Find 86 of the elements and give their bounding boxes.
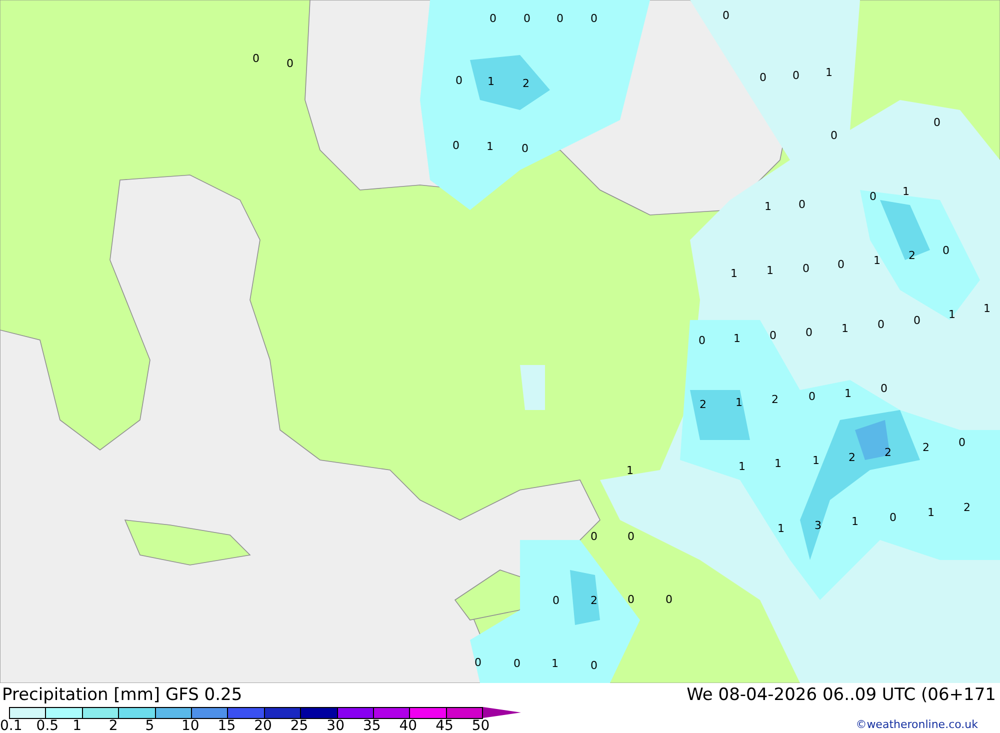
precipitation-value: 1 bbox=[626, 464, 634, 477]
precipitation-value: 0 bbox=[838, 258, 844, 271]
precipitation-value: 0 bbox=[722, 9, 730, 22]
precipitation-value: 0 bbox=[524, 12, 530, 25]
precipitation-value: 0 bbox=[698, 334, 706, 347]
scale-label: 50 bbox=[472, 718, 491, 733]
scale-label: 15 bbox=[218, 718, 237, 733]
precipitation-value: 2 bbox=[590, 594, 598, 607]
precipitation-value: 1 bbox=[826, 66, 832, 79]
precipitation-value: 1 bbox=[734, 332, 740, 345]
precipitation-value: 0 bbox=[456, 74, 462, 87]
precipitation-value: 0 bbox=[590, 530, 598, 543]
precipitation-value: 2 bbox=[884, 446, 892, 459]
scale-label: 10 bbox=[181, 718, 200, 733]
precipitation-value: 1 bbox=[902, 185, 910, 198]
forecast-datetime: We 08-04-2026 06..09 UTC (06+171 bbox=[686, 685, 996, 705]
precipitation-value: 0 bbox=[942, 244, 950, 257]
precipitation-value: 0 bbox=[590, 659, 598, 672]
precipitation-value: 0 bbox=[666, 593, 672, 606]
precipitation-value: 0 bbox=[934, 116, 940, 129]
precipitation-value: 1 bbox=[738, 460, 746, 473]
precipitation-value: 0 bbox=[770, 329, 776, 342]
precipitation-value: 0 bbox=[628, 530, 634, 543]
precipitation-value: 0 bbox=[628, 593, 634, 606]
scale-label: 0.1 bbox=[0, 718, 24, 733]
precipitation-value: 2 bbox=[522, 77, 530, 90]
precipitation-value: 1 bbox=[984, 302, 990, 315]
precipitation-value: 0 bbox=[590, 12, 598, 25]
precipitation-value: 1 bbox=[552, 657, 558, 670]
precipitation-value: 2 bbox=[700, 398, 706, 411]
precipitation-value: 2 bbox=[922, 441, 930, 454]
credit-text: ©weatheronline.co.uk bbox=[856, 718, 978, 731]
precipitation-value: 0 bbox=[514, 657, 520, 670]
precipitation-value: 1 bbox=[730, 267, 738, 280]
precipitation-value: 0 bbox=[798, 198, 806, 211]
precipitation-value: 1 bbox=[736, 396, 742, 409]
precipitation-value: 0 bbox=[890, 511, 896, 524]
precipitation-value: 0 bbox=[760, 71, 766, 84]
precipitation-value: 2 bbox=[848, 451, 856, 464]
precipitation-value: 1 bbox=[486, 140, 494, 153]
precipitation-value: 0 bbox=[914, 314, 920, 327]
scale-label: 20 bbox=[254, 718, 273, 733]
scale-label: 45 bbox=[436, 718, 454, 733]
precipitation-value: 1 bbox=[488, 75, 494, 88]
precipitation-value: 0 bbox=[792, 69, 800, 82]
precipitation-value: 0 bbox=[802, 262, 810, 275]
scale-label: 30 bbox=[326, 718, 346, 733]
precipitation-value: 0 bbox=[452, 139, 460, 152]
precipitation-value: 0 bbox=[878, 318, 884, 331]
scale-label: 0.5 bbox=[36, 718, 60, 733]
precipitation-value: 0 bbox=[880, 382, 888, 395]
precipitation-value: 3 bbox=[814, 519, 822, 532]
precipitation-value: 0 bbox=[870, 190, 876, 203]
precipitation-value: 1 bbox=[842, 322, 848, 335]
precipitation-value: 1 bbox=[764, 200, 772, 213]
precipitation-value: 0 bbox=[252, 52, 260, 65]
precipitation-value: 0 bbox=[552, 594, 560, 607]
precipitation-value: 0 bbox=[958, 436, 966, 449]
precipitation-value: 0 bbox=[522, 142, 528, 155]
scale-label: 1 bbox=[72, 718, 83, 733]
precipitation-value: 0 bbox=[286, 57, 294, 70]
precipitation-value: 0 bbox=[474, 656, 482, 669]
precipitation-value: 1 bbox=[774, 457, 782, 470]
precipitation-value: 2 bbox=[964, 501, 970, 514]
precipitation-value: 1 bbox=[778, 522, 784, 535]
scale-label: 40 bbox=[399, 718, 418, 733]
precipitation-value: 0 bbox=[808, 390, 816, 403]
map-title: Precipitation [mm] GFS 0.25 bbox=[2, 685, 242, 705]
precipitation-value: 1 bbox=[812, 454, 820, 467]
precipitation-value: 0 bbox=[490, 12, 496, 25]
scale-label: 5 bbox=[145, 718, 156, 733]
precipitation-value: 1 bbox=[766, 264, 774, 277]
precipitation-value: 0 bbox=[806, 326, 812, 339]
precipitation-value: 2 bbox=[772, 393, 778, 406]
precipitation-value: 0 bbox=[830, 129, 838, 142]
precipitation-value: 2 bbox=[908, 249, 916, 262]
scale-arrow-icon bbox=[483, 707, 522, 718]
scale-label: 2 bbox=[108, 718, 119, 733]
precipitation-value: 1 bbox=[852, 515, 858, 528]
scale-label: 35 bbox=[362, 718, 382, 733]
precipitation-value: 1 bbox=[928, 506, 934, 519]
scale-label: 25 bbox=[290, 718, 310, 733]
precipitation-value: 1 bbox=[948, 308, 956, 321]
precipitation-value: 0 bbox=[556, 12, 564, 25]
precipitation-value: 1 bbox=[844, 387, 852, 400]
precipitation-value: 1 bbox=[874, 254, 880, 267]
